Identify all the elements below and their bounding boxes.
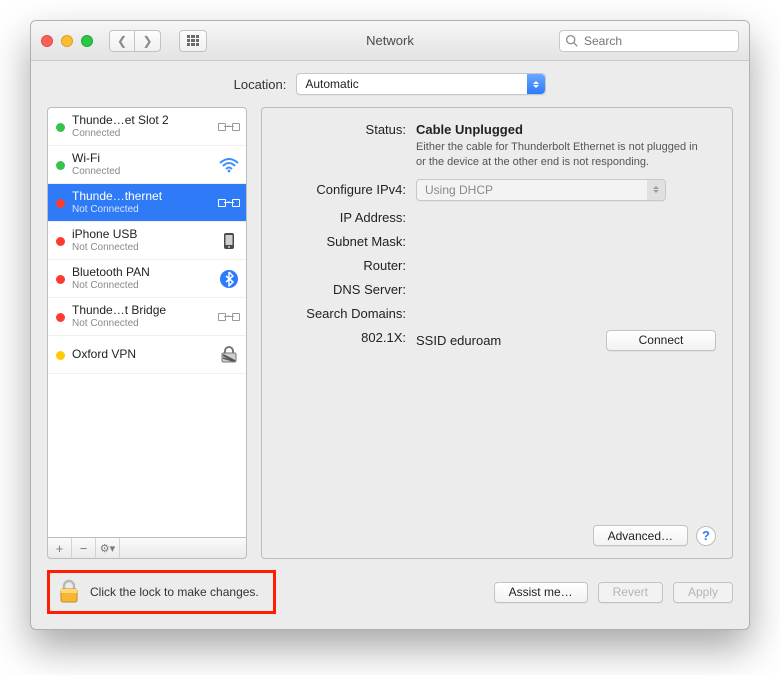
forward-button[interactable]: ❯: [135, 30, 161, 52]
interface-actions-menu[interactable]: ⚙︎▾: [96, 538, 120, 558]
location-value: Automatic: [305, 77, 358, 91]
interface-name: Thunde…t Bridge: [72, 304, 211, 317]
lock-callout: Click the lock to make changes.: [47, 570, 276, 614]
interfaces-sidebar: Thunde…et Slot 2Connected•••Wi-FiConnect…: [47, 107, 247, 559]
interface-status: Not Connected: [72, 280, 211, 291]
titlebar: ❮ ❯ Network: [31, 21, 749, 61]
search-domains-label: Search Domains:: [278, 306, 416, 321]
interface-status: Connected: [72, 166, 211, 177]
connection-icon: •••: [218, 118, 240, 136]
status-label: Status:: [278, 122, 416, 170]
wifi-icon: [218, 156, 240, 174]
location-row: Location: Automatic: [31, 61, 749, 107]
location-label: Location:: [234, 77, 287, 92]
configure-ipv4-value: Using DHCP: [425, 183, 493, 197]
ip-address-label: IP Address:: [278, 210, 416, 225]
add-interface-button[interactable]: +: [48, 538, 72, 558]
nav-back-forward: ❮ ❯: [109, 30, 161, 52]
8021x-value: SSID eduroam: [416, 333, 501, 348]
connection-icon: •••: [218, 308, 240, 326]
search-input[interactable]: [559, 30, 739, 52]
interface-details-panel: Status: Cable Unplugged Either the cable…: [261, 107, 733, 559]
sidebar-tools: + − ⚙︎▾: [47, 537, 247, 559]
sidebar-item-1[interactable]: Wi-FiConnected: [48, 146, 246, 184]
window-controls: [41, 35, 93, 47]
interface-name: iPhone USB: [72, 228, 211, 241]
status-value: Cable Unplugged: [416, 122, 716, 137]
back-button[interactable]: ❮: [109, 30, 135, 52]
chevron-updown-icon: [527, 74, 545, 94]
sidebar-item-6[interactable]: Oxford VPN: [48, 336, 246, 374]
status-dot: [56, 123, 65, 132]
grid-icon: [187, 35, 199, 47]
configure-ipv4-label: Configure IPv4:: [278, 182, 416, 197]
bluetooth-icon: [218, 270, 240, 288]
network-preferences-window: ❮ ❯ Network Location:: [30, 20, 750, 630]
lock-icon: [218, 346, 240, 364]
connect-button[interactable]: Connect: [606, 330, 716, 351]
interface-name: Thunde…et Slot 2: [72, 114, 211, 127]
interface-status: Not Connected: [72, 204, 211, 215]
router-label: Router:: [278, 258, 416, 273]
connection-icon: •••: [218, 194, 240, 212]
subnet-mask-label: Subnet Mask:: [278, 234, 416, 249]
configure-ipv4-select[interactable]: Using DHCP: [416, 179, 666, 201]
interface-status: Not Connected: [72, 242, 211, 253]
interface-name: Thunde…thernet: [72, 190, 211, 203]
search-icon: [565, 34, 578, 47]
close-window-button[interactable]: [41, 35, 53, 47]
minimize-window-button[interactable]: [61, 35, 73, 47]
lock-icon[interactable]: [58, 579, 80, 605]
sidebar-item-4[interactable]: Bluetooth PANNot Connected: [48, 260, 246, 298]
footer: Click the lock to make changes. Assist m…: [31, 569, 749, 629]
status-dot: [56, 199, 65, 208]
status-dot: [56, 161, 65, 170]
sidebar-item-0[interactable]: Thunde…et Slot 2Connected •••: [48, 108, 246, 146]
apply-button[interactable]: Apply: [673, 582, 733, 603]
lock-text: Click the lock to make changes.: [90, 585, 259, 599]
8021x-label: 802.1X:: [278, 330, 416, 351]
sidebar-item-2[interactable]: Thunde…thernetNot Connected •••: [48, 184, 246, 222]
advanced-button[interactable]: Advanced…: [593, 525, 688, 546]
chevron-updown-icon: [647, 180, 665, 200]
help-button[interactable]: ?: [696, 526, 716, 546]
status-dot: [56, 313, 65, 322]
interface-status: Connected: [72, 128, 211, 139]
phone-icon: [218, 232, 240, 250]
interface-name: Wi-Fi: [72, 152, 211, 165]
zoom-window-button[interactable]: [81, 35, 93, 47]
status-dot: [56, 275, 65, 284]
remove-interface-button[interactable]: −: [72, 538, 96, 558]
status-dot: [56, 237, 65, 246]
assist-me-button[interactable]: Assist me…: [494, 582, 588, 603]
interface-status: Not Connected: [72, 318, 211, 329]
status-description: Either the cable for Thunderbolt Etherne…: [416, 140, 706, 170]
revert-button[interactable]: Revert: [598, 582, 663, 603]
dns-server-label: DNS Server:: [278, 282, 416, 297]
interface-name: Bluetooth PAN: [72, 266, 211, 279]
sidebar-item-3[interactable]: iPhone USBNot Connected: [48, 222, 246, 260]
show-all-prefs-button[interactable]: [179, 30, 207, 52]
interface-name: Oxford VPN: [72, 348, 211, 361]
status-dot: [56, 351, 65, 360]
sidebar-item-5[interactable]: Thunde…t BridgeNot Connected •••: [48, 298, 246, 336]
location-select[interactable]: Automatic: [296, 73, 546, 95]
